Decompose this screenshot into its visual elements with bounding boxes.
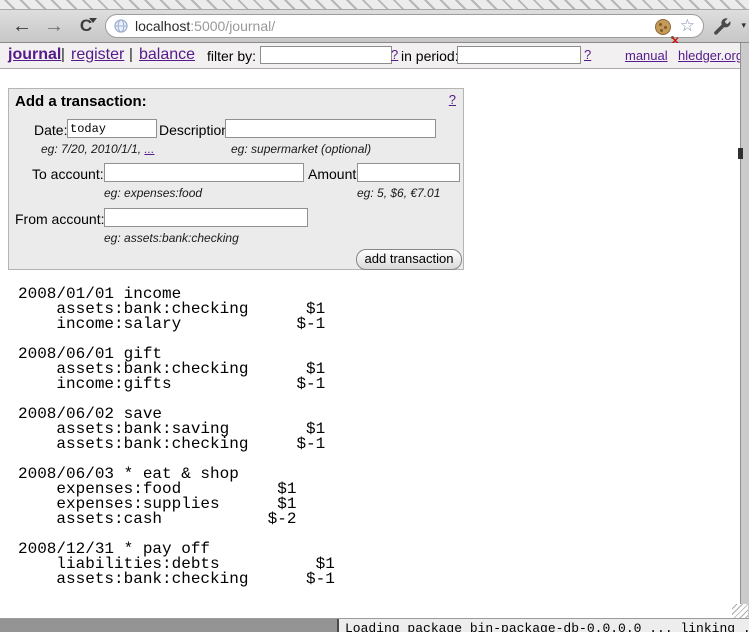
add-transaction-button[interactable]: add transaction xyxy=(356,249,462,270)
amount-label: Amount: xyxy=(308,166,360,182)
nav-separator: | xyxy=(129,46,133,63)
nav-link-journal[interactable]: journal xyxy=(8,46,61,64)
bookmark-star-icon[interactable]: ☆ xyxy=(680,15,695,37)
to-account-label: To account: xyxy=(32,166,104,182)
filter-help-link[interactable]: ? xyxy=(391,47,398,62)
from-account-label: From account: xyxy=(15,211,104,227)
browser-window: ← → C localhost:5000/journal/ ✕ ☆ xyxy=(0,0,749,632)
desktop-background xyxy=(0,619,337,632)
nav-link-balance[interactable]: balance xyxy=(139,46,195,64)
nav-link-register[interactable]: register xyxy=(71,46,124,64)
window-titlebar-stripes xyxy=(0,0,749,10)
add-transaction-form: Add a transaction: ? Date: Description: … xyxy=(8,88,464,270)
description-label: Description: xyxy=(159,122,233,138)
date-label: Date: xyxy=(34,122,67,138)
address-bar[interactable]: localhost:5000/journal/ ✕ ☆ xyxy=(105,14,704,38)
date-hint-more-link[interactable]: ... xyxy=(144,142,154,156)
filter-input[interactable] xyxy=(260,46,392,64)
filter-by-label: filter by: xyxy=(207,48,256,64)
forward-button[interactable]: → xyxy=(41,13,67,39)
terminal-output-text: Loading package bin-package-db-0.0.0.0 .… xyxy=(345,621,749,632)
to-account-hint: eg: expenses:food xyxy=(104,186,202,200)
amount-input[interactable] xyxy=(357,163,460,182)
reload-button[interactable]: C xyxy=(73,13,99,39)
url-path: :5000/journal/ xyxy=(190,18,275,34)
browser-toolbar: ← → C localhost:5000/journal/ ✕ ☆ xyxy=(0,10,749,43)
desktop-right-sliver xyxy=(741,43,749,619)
date-input[interactable] xyxy=(67,119,157,138)
period-input[interactable] xyxy=(457,46,581,64)
blocked-x-icon: ✕ xyxy=(671,36,674,39)
date-hint-text: eg: 7/20, 2010/1/1, xyxy=(41,142,144,156)
from-account-input[interactable] xyxy=(104,208,308,227)
cookie-blocked-icon[interactable]: ✕ xyxy=(655,19,671,35)
chevron-down-icon: ▾ xyxy=(741,20,746,31)
to-account-input[interactable] xyxy=(104,163,304,182)
back-button[interactable]: ← xyxy=(9,13,35,39)
app-navbar: journal | register | balance filter by: … xyxy=(0,43,749,69)
from-account-hint: eg: assets:bank:checking xyxy=(104,231,239,245)
resize-grip-icon[interactable] xyxy=(732,604,748,618)
globe-icon xyxy=(114,19,128,38)
scrollbar-notch xyxy=(738,148,743,159)
journal-text: 2008/01/01 income assets:bank:checking $… xyxy=(18,287,335,587)
description-input[interactable] xyxy=(225,119,436,138)
hledger-org-link[interactable]: hledger.org xyxy=(678,48,743,63)
date-hint: eg: 7/20, 2010/1/1, ... xyxy=(41,142,154,156)
nav-separator: | xyxy=(61,46,65,63)
terminal-window-peek[interactable]: Loading package bin-package-db-0.0.0.0 .… xyxy=(337,619,749,632)
in-period-label: in period: xyxy=(401,48,459,64)
period-help-link[interactable]: ? xyxy=(584,47,591,62)
description-hint: eg: supermarket (optional) xyxy=(231,142,371,156)
wrench-icon xyxy=(712,16,732,36)
reload-arrowhead-icon xyxy=(89,18,97,23)
form-help-link[interactable]: ? xyxy=(449,92,456,107)
url-text: localhost:5000/journal/ xyxy=(135,18,275,34)
manual-link[interactable]: manual xyxy=(625,48,668,63)
amount-hint: eg: 5, $6, €7.01 xyxy=(357,186,440,200)
form-title: Add a transaction: xyxy=(15,93,147,110)
wrench-menu-button[interactable]: ▾ xyxy=(712,14,746,38)
url-host: localhost xyxy=(135,18,190,34)
